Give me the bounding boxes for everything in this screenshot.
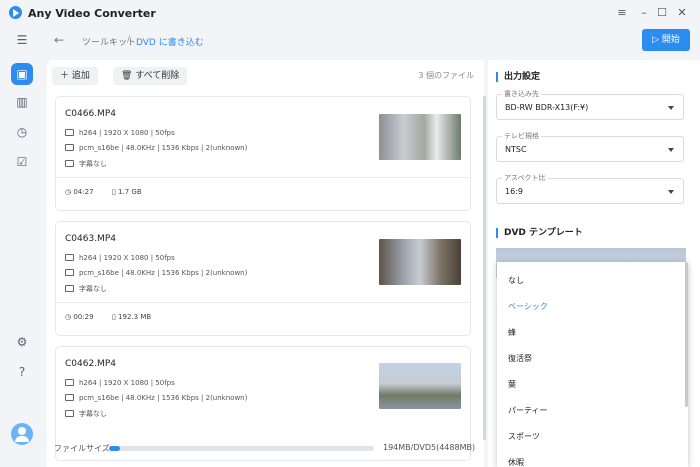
dropdown-option[interactable]: 復活祭: [508, 353, 532, 364]
aspect-ratio-label: アスペクト比: [502, 173, 548, 183]
dropdown-option-selected[interactable]: ベーシック: [508, 301, 548, 312]
template-dropdown: なし ベーシック 蜂 復活祭 葉 パーティー スポーツ 休暇: [497, 262, 688, 467]
toolbox-icon[interactable]: ▣: [11, 63, 33, 85]
file-card[interactable]: C0466.MP4 h264 | 1920 X 1080 | 50fps pcm…: [55, 96, 471, 211]
video-info: h264 | 1920 X 1080 | 50fps: [79, 254, 175, 262]
audio-info: pcm_s16be | 48.0KHz | 1536 Kbps | 2(unkn…: [79, 269, 248, 277]
add-button[interactable]: ＋ 追加: [52, 67, 98, 85]
subtitle-icon: [65, 160, 74, 167]
sidebar-menu-icon[interactable]: ☰: [11, 29, 33, 51]
subtitle-info: 字幕なし: [79, 410, 107, 418]
subtitle-icon: [65, 285, 74, 292]
help-icon[interactable]: ?: [11, 361, 33, 383]
duration: 00:29: [73, 313, 94, 321]
settings-icon[interactable]: ⚙: [11, 331, 33, 353]
sidebar: ☰ ▣ ▥ ◷ ☑ ⚙ ?: [0, 26, 44, 467]
aspect-ratio-value: 16:9: [505, 187, 523, 196]
maximize-button[interactable]: ☐: [654, 5, 670, 21]
dropdown-option[interactable]: パーティー: [508, 405, 548, 416]
tv-standard-label: テレビ規格: [502, 131, 541, 141]
delete-all-button[interactable]: 🗑 すべて削除: [113, 67, 188, 85]
video-info: h264 | 1920 X 1080 | 50fps: [79, 129, 175, 137]
dropdown-option[interactable]: なし: [508, 275, 524, 286]
file-name: C0463.MP4: [65, 234, 116, 244]
subtitle-info: 字幕なし: [79, 160, 107, 168]
output-settings-title: 出力設定: [496, 72, 540, 82]
duration: 04:27: [73, 188, 94, 196]
delete-all-label: すべて削除: [135, 71, 180, 81]
title-bar: Any Video Converter ≡ – ☐ ✕: [0, 0, 700, 26]
app-title: Any Video Converter: [28, 7, 156, 20]
plus-icon: ＋: [60, 71, 72, 81]
chevron-down-icon: [668, 148, 674, 152]
file-size-progress: [109, 446, 374, 451]
video-thumbnail[interactable]: [379, 114, 461, 160]
dropdown-scrollbar[interactable]: [685, 262, 688, 407]
dropdown-option[interactable]: スポーツ: [508, 431, 540, 442]
file-name: C0462.MP4: [65, 359, 116, 369]
audio-icon: [65, 394, 74, 401]
destination-label: 書き込み先: [502, 89, 541, 99]
audio-icon: [65, 269, 74, 276]
file-size-label: ファイルサイズ:: [54, 444, 113, 453]
dropdown-option[interactable]: 休暇: [508, 457, 524, 467]
close-button[interactable]: ✕: [674, 5, 690, 21]
audio-info: pcm_s16be | 48.0KHz | 1536 Kbps | 2(unkn…: [79, 394, 248, 402]
history-icon[interactable]: ◷: [11, 121, 33, 143]
file-list-panel: ＋ 追加 🗑 すべて削除 3 個のファイル C0466.MP4 h264 | 1…: [47, 60, 484, 467]
file-card[interactable]: C0463.MP4 h264 | 1920 X 1080 | 50fps pcm…: [55, 221, 471, 336]
file-count: 3 個のファイル: [418, 71, 474, 80]
dropdown-option[interactable]: 葉: [508, 379, 516, 390]
tv-standard-select[interactable]: テレビ規格 NTSC: [496, 131, 684, 162]
breadcrumb-current: DVD に書き込む: [136, 38, 204, 48]
video-icon: [65, 129, 74, 136]
chevron-down-icon: [668, 190, 674, 194]
add-button-label: 追加: [71, 71, 90, 81]
menu-icon[interactable]: ≡: [614, 5, 630, 21]
start-button-label: 開始: [661, 35, 680, 45]
audio-icon: [65, 144, 74, 151]
subtitle-icon: [65, 410, 74, 417]
video-info: h264 | 1920 X 1080 | 50fps: [79, 379, 175, 387]
breadcrumb-separator: /: [127, 35, 131, 45]
aspect-ratio-select[interactable]: アスペクト比 16:9: [496, 173, 684, 204]
app-logo-icon: [9, 6, 22, 19]
file-size: 192.3 MB: [118, 313, 152, 321]
trash-icon: 🗑: [121, 71, 136, 81]
destination-value: BD-RW BDR-X13(F:¥): [505, 103, 589, 112]
file-list-scrollbar[interactable]: [483, 96, 486, 440]
card-divider: [56, 177, 470, 178]
video-thumbnail[interactable]: [379, 363, 461, 409]
library-icon[interactable]: ▥: [11, 91, 33, 113]
play-icon: ▷: [652, 35, 662, 45]
minimize-button[interactable]: –: [636, 5, 652, 21]
task-icon[interactable]: ☑: [11, 151, 33, 173]
tv-standard-value: NTSC: [505, 145, 527, 154]
subtitle-info: 字幕なし: [79, 285, 107, 293]
dvd-template-title: DVD テンプレート: [496, 228, 583, 238]
file-size-value: 194MB/DVD5(4488MB): [383, 443, 476, 452]
avatar-icon[interactable]: [11, 423, 33, 445]
video-icon: [65, 379, 74, 386]
dropdown-option[interactable]: 蜂: [508, 327, 516, 338]
chevron-down-icon: [668, 106, 674, 110]
card-divider: [56, 302, 470, 303]
destination-select[interactable]: 書き込み先 BD-RW BDR-X13(F:¥): [496, 89, 684, 120]
start-button[interactable]: ▷ 開始: [642, 29, 690, 51]
video-thumbnail[interactable]: [379, 239, 461, 285]
audio-info: pcm_s16be | 48.0KHz | 1536 Kbps | 2(unkn…: [79, 144, 248, 152]
file-name: C0466.MP4: [65, 109, 116, 119]
file-size: 1.7 GB: [118, 188, 142, 196]
file-size-progress-fill: [109, 446, 120, 451]
video-icon: [65, 254, 74, 261]
back-arrow-icon[interactable]: ←: [54, 33, 64, 47]
